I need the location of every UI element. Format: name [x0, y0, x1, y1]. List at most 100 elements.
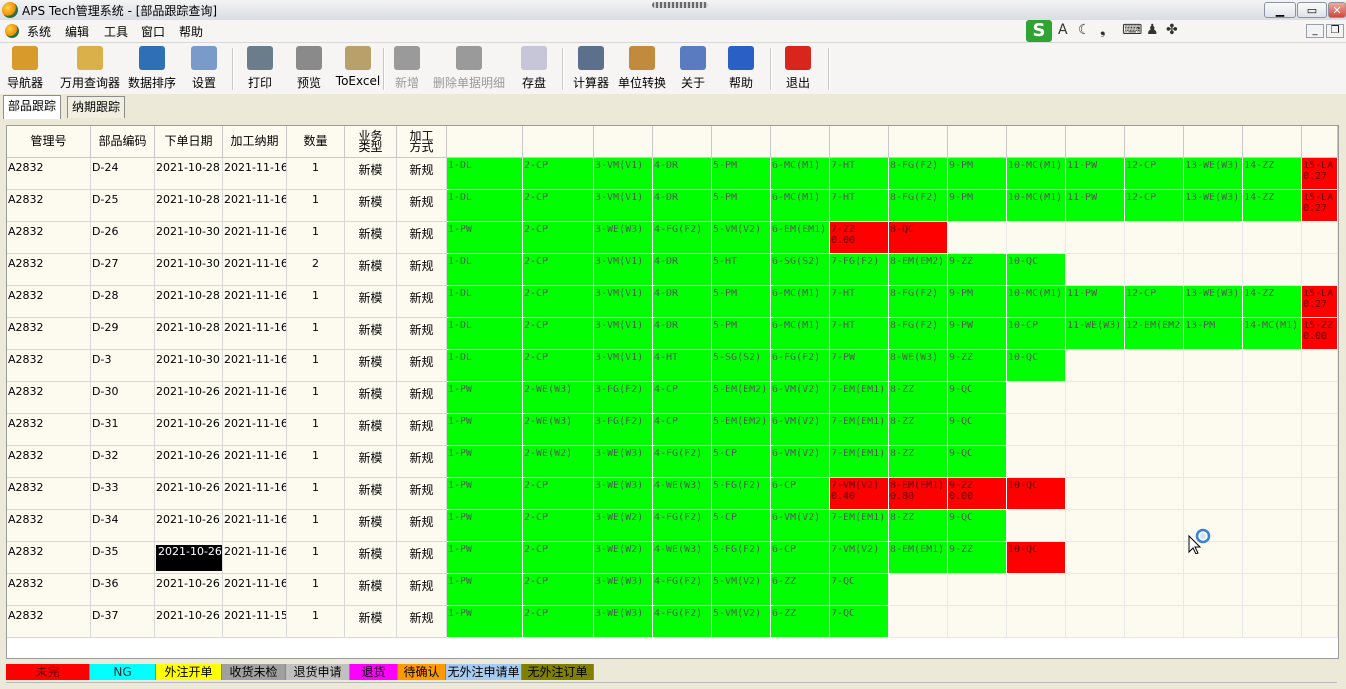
process-step[interactable]: 10-MC(M1) — [1007, 190, 1066, 222]
process-step[interactable]: 12-CP — [1125, 190, 1184, 222]
cell-order[interactable]: 2021-10-28 — [155, 190, 223, 222]
cell-mgmt[interactable]: A2832 — [7, 254, 91, 286]
cell-proc[interactable]: 新规 — [397, 382, 447, 414]
ime-moon-icon[interactable]: ☾ — [1078, 22, 1091, 38]
process-step[interactable]: 4-FG(F2) — [653, 606, 712, 638]
process-step[interactable]: 1-PW — [447, 510, 523, 542]
cell-qty[interactable]: 1 — [287, 190, 345, 222]
process-step[interactable]: 9-PW — [948, 318, 1007, 350]
process-step[interactable]: 3-VM(V1) — [594, 286, 653, 318]
cell-biz[interactable]: 新模 — [345, 222, 397, 254]
sogou-ime-icon[interactable]: S — [1026, 20, 1052, 42]
process-step[interactable]: 5-HT — [712, 254, 771, 286]
process-step[interactable]: 15-LA 0.27 — [1302, 286, 1338, 318]
save-button[interactable]: 存盘 — [518, 46, 550, 92]
cell-code[interactable]: D-3 — [91, 350, 155, 382]
cell-biz[interactable]: 新模 — [345, 414, 397, 446]
process-step[interactable]: 3-VM(V1) — [594, 158, 653, 190]
cell-proc[interactable]: 新规 — [397, 190, 447, 222]
cell-qty[interactable]: 1 — [287, 606, 345, 638]
cell-proc[interactable]: 新规 — [397, 350, 447, 382]
cell-due[interactable]: 2021-11-16 — [223, 510, 287, 542]
process-step[interactable]: 7-EM(EM1) — [830, 414, 889, 446]
process-step[interactable]: 7-VM(V2) 0.40 — [830, 478, 889, 510]
cell-due[interactable]: 2021-11-16 — [223, 414, 287, 446]
cell-proc[interactable]: 新规 — [397, 606, 447, 638]
process-step[interactable]: 2-CP — [523, 318, 594, 350]
header-due[interactable]: 加工纳期 — [223, 126, 287, 158]
cell-qty[interactable]: 1 — [287, 286, 345, 318]
process-step[interactable]: 1-PW — [447, 446, 523, 478]
process-step[interactable]: 8-QC — [889, 222, 948, 254]
process-step[interactable]: 2-CP — [523, 190, 594, 222]
house-button[interactable]: 导航器 — [4, 46, 46, 92]
process-step[interactable]: 2-WE(W3) — [523, 382, 594, 414]
process-step[interactable]: 4-DR — [653, 318, 712, 350]
process-step[interactable]: 6-ZZ — [771, 606, 830, 638]
cell-order[interactable]: 2021-10-26 — [155, 574, 223, 606]
cell-mgmt[interactable]: A2832 — [7, 414, 91, 446]
process-step[interactable]: 8-FG(F2) — [889, 190, 948, 222]
settings-button[interactable]: 设置 — [186, 46, 222, 92]
menu-item[interactable]: 窗口 — [141, 23, 165, 40]
cell-due[interactable]: 2021-11-16 — [223, 318, 287, 350]
process-step[interactable]: 14-ZZ — [1243, 158, 1302, 190]
process-step[interactable]: 4-WE(W3) — [653, 478, 712, 510]
table-row[interactable]: A2832 D-35 2021-10-26 2021-11-16 1 新模 新规 1-PW 2-… — [7, 542, 1338, 574]
cell-code[interactable]: D-28 — [91, 286, 155, 318]
cell-biz[interactable]: 新模 — [345, 478, 397, 510]
process-step[interactable]: 3-VM(V1) — [594, 190, 653, 222]
process-step[interactable]: 10-QC — [1007, 542, 1066, 574]
selected-cell-text[interactable]: 2021-10-26 — [156, 545, 222, 571]
cell-biz[interactable]: 新模 — [345, 510, 397, 542]
process-step[interactable]: 12-CP — [1125, 286, 1184, 318]
cell-code[interactable]: D-26 — [91, 222, 155, 254]
process-step[interactable]: 8-EM(EM1) 0.80 — [889, 478, 948, 510]
cell-proc[interactable]: 新规 — [397, 446, 447, 478]
cell-due[interactable]: 2021-11-16 — [223, 158, 287, 190]
cell-biz[interactable]: 新模 — [345, 158, 397, 190]
cell-qty[interactable]: 1 — [287, 478, 345, 510]
header-biz[interactable]: 业务 类型 — [345, 126, 397, 158]
table-row[interactable]: A2832 D-31 2021-10-26 2021-11-16 1 新模 新规 1-PW 2-… — [7, 414, 1338, 446]
table-row[interactable]: A2832 D-34 2021-10-26 2021-11-16 1 新模 新规 1-PW 2-… — [7, 510, 1338, 542]
cell-mgmt[interactable]: A2832 — [7, 190, 91, 222]
cell-due[interactable]: 2021-11-16 — [223, 222, 287, 254]
cell-qty[interactable]: 1 — [287, 318, 345, 350]
cell-code[interactable]: D-34 — [91, 510, 155, 542]
cell-code[interactable]: D-24 — [91, 158, 155, 190]
process-step[interactable]: 1-DL — [447, 350, 523, 382]
table-row[interactable]: A2832 D-25 2021-10-28 2021-11-16 1 新模 新规 1-DL 2-… — [7, 190, 1338, 222]
cell-code[interactable]: D-36 — [91, 574, 155, 606]
process-step[interactable]: 9-ZZ — [948, 254, 1007, 286]
process-step[interactable]: 13-PM — [1184, 318, 1243, 350]
process-step[interactable]: 5-VM(V2) — [712, 606, 771, 638]
cell-proc[interactable]: 新规 — [397, 478, 447, 510]
process-step[interactable]: 13-WE(W3) — [1184, 286, 1243, 318]
process-step[interactable]: 3-FG(F2) — [594, 414, 653, 446]
ime-user-icon[interactable]: ♟ — [1146, 22, 1159, 38]
tracking-grid[interactable]: 管理号 部品编码 下单日期 加工纳期 数量 业务 类型 加工 方式 A2832 D-24 2021… — [6, 125, 1339, 659]
header-qty[interactable]: 数量 — [287, 126, 345, 158]
process-step[interactable]: 7-EM(EM1) — [830, 382, 889, 414]
cell-qty[interactable]: 1 — [287, 382, 345, 414]
process-step[interactable]: 6-VM(V2) — [771, 510, 830, 542]
table-row[interactable]: A2832 D-3 2021-10-30 2021-11-16 1 新模 新规 1-DL 2-C… — [7, 350, 1338, 382]
process-step[interactable]: 1-DL — [447, 286, 523, 318]
process-step[interactable]: 3-WE(W2) — [594, 542, 653, 574]
header-order[interactable]: 下单日期 — [155, 126, 223, 158]
header-proc[interactable]: 加工 方式 — [397, 126, 447, 158]
header-mgmt[interactable]: 管理号 — [7, 126, 91, 158]
process-step[interactable]: 6-VM(V2) — [771, 446, 830, 478]
process-step[interactable]: 3-WE(W3) — [594, 446, 653, 478]
cell-biz[interactable]: 新模 — [345, 542, 397, 574]
process-step[interactable]: 1-DL — [447, 158, 523, 190]
process-step[interactable]: 3-WE(W3) — [594, 574, 653, 606]
ime-punct-icon[interactable]: ❟ — [1100, 22, 1106, 38]
table-row[interactable]: A2832 D-27 2021-10-30 2021-11-16 2 新模 新规 1-DL 2-… — [7, 254, 1338, 286]
table-row[interactable]: A2832 D-33 2021-10-26 2021-11-16 1 新模 新规 1-PW 2-… — [7, 478, 1338, 510]
process-step[interactable]: 1-PW — [447, 606, 523, 638]
process-step[interactable]: 8-WE(W3) — [889, 350, 948, 382]
cell-qty[interactable]: 1 — [287, 542, 345, 574]
cell-qty[interactable]: 1 — [287, 222, 345, 254]
